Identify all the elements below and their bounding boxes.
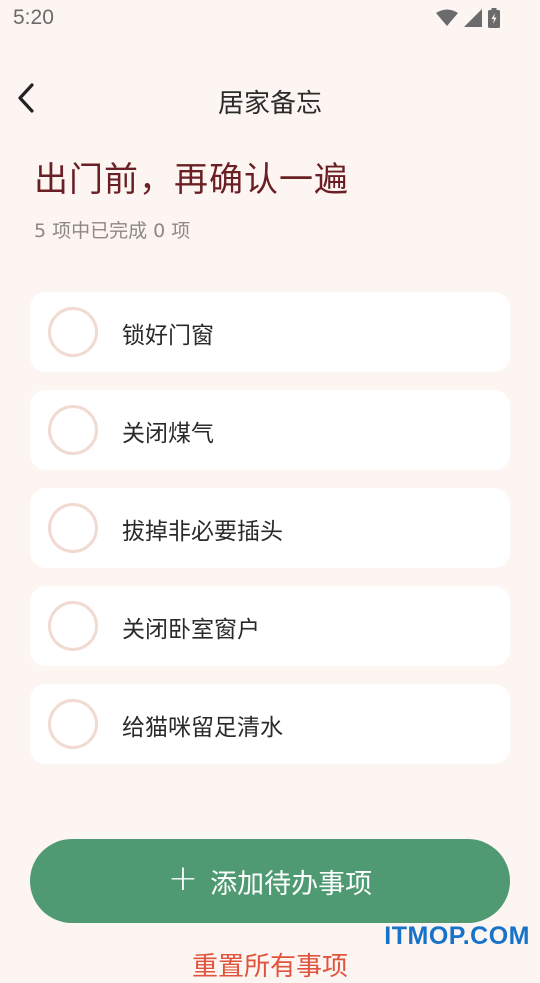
battery-charging-icon bbox=[488, 8, 500, 28]
task-item[interactable]: 关闭卧室窗户 bbox=[30, 586, 510, 666]
task-item[interactable]: 锁好门窗 bbox=[30, 292, 510, 372]
reset-all-button[interactable]: 重置所有事项 bbox=[0, 946, 540, 983]
app-bar: 居家备忘 bbox=[0, 70, 540, 130]
watermark: ITMOP.COM bbox=[384, 922, 530, 950]
checkbox-circle-icon[interactable] bbox=[48, 601, 98, 651]
signal-icon bbox=[464, 9, 482, 27]
checkbox-circle-icon[interactable] bbox=[48, 699, 98, 749]
checkbox-circle-icon[interactable] bbox=[48, 503, 98, 553]
checkbox-circle-icon[interactable] bbox=[48, 405, 98, 455]
headline: 出门前，再确认一遍 bbox=[34, 160, 349, 200]
status-time: 5:20 bbox=[13, 6, 54, 29]
progress-summary: 5 项中已完成 0 项 bbox=[34, 220, 191, 242]
task-label: 关闭煤气 bbox=[122, 421, 214, 447]
task-item[interactable]: 给猫咪留足清水 bbox=[30, 684, 510, 764]
task-item[interactable]: 关闭煤气 bbox=[30, 390, 510, 470]
status-bar: 5:20 bbox=[0, 0, 540, 40]
task-item[interactable]: 拔掉非必要插头 bbox=[30, 488, 510, 568]
add-task-label: 添加待办事项 bbox=[210, 868, 373, 900]
task-label: 给猫咪留足清水 bbox=[122, 715, 283, 741]
checkbox-circle-icon[interactable] bbox=[48, 307, 98, 357]
task-label: 关闭卧室窗户 bbox=[122, 617, 260, 643]
status-icons bbox=[436, 8, 500, 28]
task-label: 锁好门窗 bbox=[122, 323, 214, 349]
task-label: 拔掉非必要插头 bbox=[122, 519, 283, 545]
add-task-button[interactable]: + 添加待办事项 bbox=[30, 839, 510, 923]
wifi-icon bbox=[436, 9, 458, 27]
page-title: 居家备忘 bbox=[217, 89, 322, 119]
task-list: 锁好门窗 关闭煤气 拔掉非必要插头 关闭卧室窗户 给猫咪留足清水 bbox=[30, 292, 510, 782]
plus-icon: + bbox=[167, 858, 199, 899]
